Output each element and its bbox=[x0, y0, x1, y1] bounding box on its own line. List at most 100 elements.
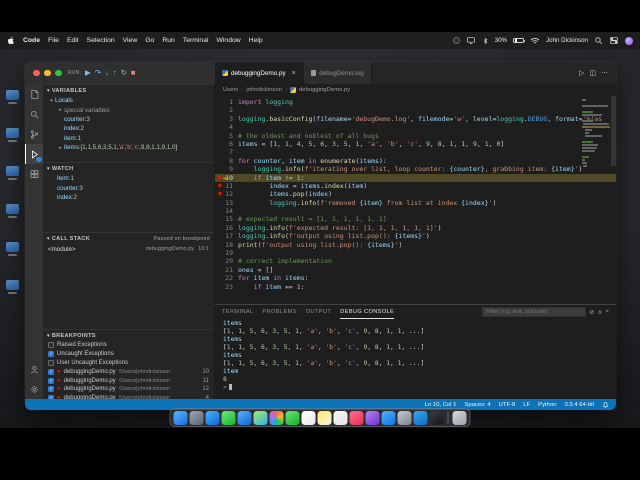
watch-header[interactable]: ▾ WATCH bbox=[43, 163, 214, 174]
code-line[interactable]: 7 bbox=[215, 148, 616, 156]
exception-breakpoint-row[interactable]: ✓ Uncaught Exceptions bbox=[43, 350, 214, 359]
step-out-button[interactable]: ↑ bbox=[113, 69, 117, 77]
exception-breakpoint-row[interactable]: Raised Exceptions bbox=[43, 341, 214, 350]
spotlight-search-icon[interactable] bbox=[594, 36, 603, 45]
menu-run[interactable]: Run bbox=[162, 37, 174, 44]
dock-app-store[interactable] bbox=[381, 410, 396, 425]
breakpoint-dot-icon[interactable]: ● bbox=[218, 190, 222, 198]
battery-icon[interactable] bbox=[513, 37, 526, 44]
file-breakpoint-row[interactable]: ✓ ● debuggingDemo.py/Users/johndickinson 12 bbox=[43, 385, 214, 394]
gutter[interactable]: 21 bbox=[215, 266, 238, 274]
menu-window[interactable]: Window bbox=[216, 37, 240, 44]
call-stack-header[interactable]: ▾ CALL STACK Paused on breakpoint bbox=[43, 233, 214, 244]
breadcrumb-item[interactable]: johndickinson bbox=[246, 87, 282, 93]
gutter[interactable]: 13 bbox=[215, 199, 238, 207]
screen-recording-icon[interactable] bbox=[452, 37, 460, 44]
breakpoints-header[interactable]: ▾ BREAKPOINTS bbox=[43, 330, 214, 341]
tab-debuggingDemo.py[interactable]: debuggingDemo.py × bbox=[215, 62, 304, 84]
console-prompt[interactable]: > bbox=[223, 384, 616, 392]
panel-tab-ter-minal[interactable]: TERMINAL bbox=[222, 305, 253, 319]
watch-row[interactable]: counter: 3 bbox=[43, 183, 214, 192]
gutter[interactable]: 18 bbox=[215, 241, 238, 249]
step-over-button[interactable]: ↷ bbox=[95, 69, 101, 77]
checkbox[interactable] bbox=[48, 342, 54, 349]
restart-button[interactable]: ↻ bbox=[121, 69, 127, 77]
code-line[interactable]: 17 logging.info(f'output using list.pop()… bbox=[215, 232, 616, 240]
dock-safari[interactable] bbox=[205, 410, 220, 425]
stop-button[interactable]: ■ bbox=[131, 69, 136, 77]
variable-row[interactable]: ▾ Locals bbox=[43, 96, 214, 105]
panel-tab-debug-console[interactable]: DEBUG CONSOLE bbox=[340, 305, 395, 319]
gutter[interactable]: 14 bbox=[215, 207, 238, 215]
panel-tab-problems[interactable]: PROBLEMS bbox=[262, 305, 296, 319]
wifi-icon[interactable] bbox=[530, 37, 540, 45]
gutter[interactable]: 2 bbox=[215, 106, 238, 114]
checkbox[interactable]: ✓ bbox=[48, 386, 54, 393]
more-actions-icon[interactable]: ⋯ bbox=[601, 69, 608, 77]
call-stack-frame[interactable]: <module> debuggingDemo.py 10:1 bbox=[43, 244, 214, 254]
desktop-icon[interactable] bbox=[6, 204, 19, 218]
code-line[interactable]: 20 # correct implementation bbox=[215, 257, 616, 265]
gutter[interactable]: 19 bbox=[215, 249, 238, 257]
checkbox[interactable]: ✓ bbox=[48, 377, 54, 384]
close-panel-icon[interactable]: × bbox=[605, 308, 609, 316]
desktop-icon[interactable] bbox=[6, 128, 19, 142]
menu-terminal[interactable]: Terminal bbox=[183, 37, 209, 44]
desktop-icon[interactable] bbox=[6, 242, 19, 256]
code-line[interactable]: 14 bbox=[215, 207, 616, 215]
menu-edit[interactable]: Edit bbox=[67, 37, 79, 44]
dock-system-preferences[interactable] bbox=[397, 410, 412, 425]
code-line[interactable]: 21 ones = [] bbox=[215, 266, 616, 274]
code-line[interactable]: 2 bbox=[215, 106, 616, 114]
statusbar-item[interactable]: Ln 10, Col 1 bbox=[425, 402, 457, 408]
variable-row[interactable]: index: 2 bbox=[43, 124, 214, 133]
chevron-icon[interactable]: ▾ bbox=[48, 98, 55, 104]
variables-header[interactable]: ▾ VARIABLES bbox=[43, 85, 214, 96]
code-line[interactable]: 3 logging.basicConfig(filename='debugDemo… bbox=[215, 115, 616, 123]
gutter[interactable]: 1 bbox=[215, 98, 238, 106]
account-icon[interactable] bbox=[25, 359, 43, 379]
dock-facetime[interactable] bbox=[285, 410, 300, 425]
gutter[interactable]: 22 bbox=[215, 274, 238, 282]
gutter[interactable]: 17 bbox=[215, 232, 238, 240]
explorer-icon[interactable] bbox=[25, 84, 43, 104]
code-line[interactable]: ● → 10 if item != 1: bbox=[215, 173, 616, 182]
gutter[interactable]: 8 bbox=[215, 157, 238, 165]
code-line[interactable]: ● 12 items.pop(index) bbox=[215, 190, 616, 198]
desktop-icon[interactable] bbox=[6, 166, 19, 180]
dock-calendar[interactable] bbox=[301, 410, 316, 425]
dock-reminders[interactable] bbox=[333, 410, 348, 425]
statusbar-item[interactable]: 3.9.4 64-bit bbox=[565, 402, 594, 408]
run-python-file-icon[interactable]: ▷ bbox=[579, 69, 584, 77]
run-and-debug-icon[interactable] bbox=[25, 144, 43, 164]
minimap[interactable] bbox=[582, 99, 610, 168]
variable-row[interactable]: item: 1 bbox=[43, 134, 214, 143]
continue-button[interactable]: ▶ bbox=[85, 69, 91, 77]
tab-debugDemo.log[interactable]: debugDemo.log bbox=[303, 62, 372, 84]
code-area[interactable]: 1 import logging 2 3 logging.basicConfig(fil… bbox=[215, 96, 616, 304]
file-breakpoint-row[interactable]: ✓ ● debuggingDemo.py/Users/johndickinson 10 bbox=[43, 367, 214, 376]
chevron-icon[interactable]: ▸ bbox=[57, 145, 64, 151]
code-line[interactable]: 4 bbox=[215, 123, 616, 131]
code-line[interactable]: 15 # expected result = [1, 1, 1, 1, 1, 1] bbox=[215, 215, 616, 223]
code-line[interactable]: 18 print(f'output using list.pop(): {item… bbox=[215, 241, 616, 249]
gutter[interactable]: 23 bbox=[215, 283, 238, 291]
dock-notes[interactable] bbox=[317, 410, 332, 425]
siri-icon[interactable] bbox=[625, 36, 633, 45]
chevron-icon[interactable]: ▸ bbox=[57, 107, 64, 113]
dock-mail[interactable] bbox=[237, 410, 252, 425]
dock-photos[interactable] bbox=[269, 410, 284, 425]
menu-selection[interactable]: Selection bbox=[87, 37, 115, 44]
gutter[interactable]: 16 bbox=[215, 224, 238, 232]
watch-row[interactable]: index: 2 bbox=[43, 193, 214, 202]
gutter[interactable]: 3 bbox=[215, 115, 238, 123]
code-line[interactable]: ● 11 index = items.index(item) bbox=[215, 182, 616, 190]
code-line[interactable]: 16 logging.info(f'expected result: [1, 1,… bbox=[215, 224, 616, 232]
step-into-button[interactable]: ↓ bbox=[105, 69, 109, 77]
code-line[interactable]: 19 bbox=[215, 249, 616, 257]
code-line[interactable]: 23 if item == 1: bbox=[215, 283, 616, 291]
checkbox[interactable] bbox=[48, 359, 54, 366]
dock-vscode[interactable] bbox=[413, 410, 428, 425]
source-control-icon[interactable] bbox=[25, 124, 43, 144]
gutter[interactable]: 15 bbox=[215, 215, 238, 223]
